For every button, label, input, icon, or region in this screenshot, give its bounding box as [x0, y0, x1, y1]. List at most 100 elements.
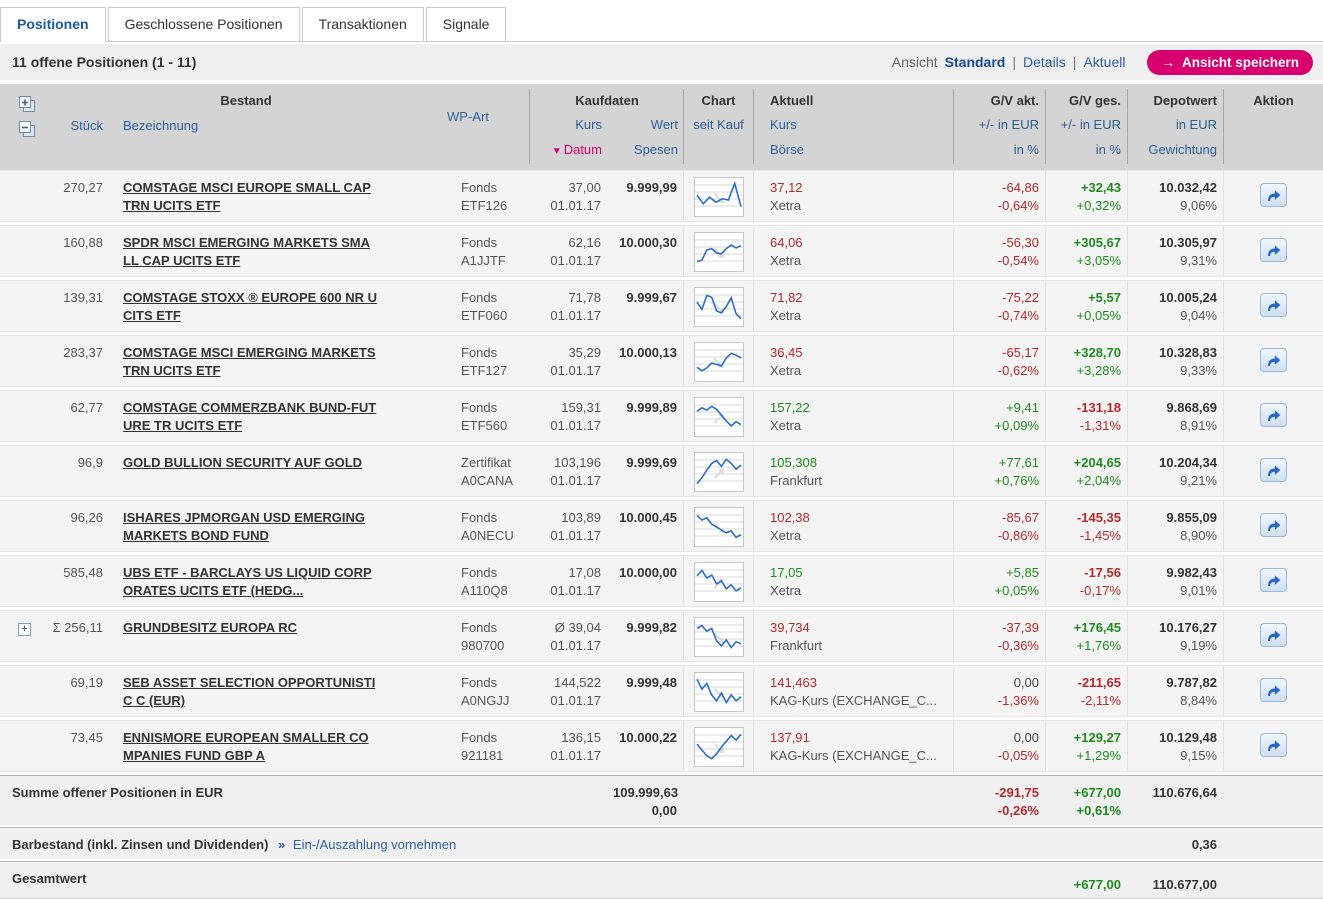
- view-details[interactable]: Details: [1023, 54, 1066, 70]
- gv-ges-eur-value: +32,43: [1080, 180, 1121, 195]
- col-kurs[interactable]: Kurs: [530, 112, 608, 137]
- position-action-button[interactable]: [1260, 403, 1287, 427]
- position-action-button[interactable]: [1260, 458, 1287, 482]
- boerse-value: Xetra: [770, 528, 802, 543]
- position-name-link[interactable]: ENNISMORE EUROPEAN SMALLER COMPANIES FUN…: [123, 729, 377, 765]
- sparkline-chart[interactable]: ➚: [693, 562, 744, 602]
- action-arrow-icon: [1268, 244, 1281, 256]
- position-action-button[interactable]: [1260, 678, 1287, 702]
- summary-gv-ges-eur: +677,00: [1073, 785, 1121, 800]
- position-action-button[interactable]: [1260, 348, 1287, 372]
- view-standard[interactable]: Standard: [945, 54, 1006, 70]
- row-expand-cell: +: [0, 336, 45, 386]
- gv-akt-pct-value: +0,09%: [994, 418, 1039, 433]
- cash-row: Barbestand (inkl. Zinsen und Dividenden)…: [0, 827, 1323, 859]
- save-view-button[interactable]: → Ansicht speichern: [1147, 49, 1313, 75]
- row-expand-cell: +: [0, 226, 45, 276]
- gv-akt-pct-value: -0,64%: [997, 198, 1039, 213]
- position-name-link[interactable]: GRUNDBESITZ EUROPA RC: [123, 619, 377, 637]
- gewichtung-value: 8,91%: [1180, 418, 1217, 433]
- sparkline-chart[interactable]: ➘: [693, 672, 744, 712]
- position-action-button[interactable]: [1260, 733, 1287, 757]
- position-action-button[interactable]: [1260, 568, 1287, 592]
- sparkline-chart[interactable]: ➘: [693, 177, 744, 217]
- collapse-all-icon[interactable]: [18, 120, 37, 138]
- action-arrow-icon: [1268, 354, 1281, 366]
- sparkline-chart[interactable]: ➘: [693, 287, 744, 327]
- position-name-link[interactable]: COMSTAGE COMMERZBANK BUND-FUTURE TR UCIT…: [123, 399, 377, 435]
- col-spesen[interactable]: Spesen: [608, 137, 684, 164]
- sparkline-chart[interactable]: ➚: [693, 452, 744, 492]
- svg-text:➘: ➘: [711, 738, 726, 758]
- depotwert-value: 10.305,97: [1159, 235, 1217, 250]
- position-name-link[interactable]: SEB ASSET SELECTION OPPORTUNISTIC C (EUR…: [123, 674, 377, 710]
- deposit-withdraw-link[interactable]: Ein-/Auszahlung vornehmen: [293, 837, 456, 852]
- position-name-link[interactable]: ISHARES JPMORGAN USD EMERGING MARKETS BO…: [123, 509, 377, 545]
- gewichtung-value: 9,06%: [1180, 198, 1217, 213]
- position-name-link[interactable]: UBS ETF - BARCLAYS US LIQUID CORPORATES …: [123, 564, 377, 600]
- tab-positionen[interactable]: Positionen: [0, 7, 106, 42]
- table-row: + 585,48 UBS ETF - BARCLAYS US LIQUID CO…: [0, 555, 1323, 607]
- col-datum[interactable]: ▼ Datum: [530, 137, 608, 164]
- total-depotwert: 110.677,00: [1152, 877, 1217, 892]
- total-row: Gesamtwert +677,00 110.677,00: [0, 861, 1323, 899]
- wert-value: 9.999,67: [626, 290, 677, 305]
- position-name-link[interactable]: COMSTAGE MSCI EUROPE SMALL CAP TRN UCITS…: [123, 179, 377, 215]
- position-name-link[interactable]: SPDR MSCI EMERGING MARKETS SMALL CAP UCI…: [123, 234, 377, 270]
- row-expand-cell: +: [0, 501, 45, 551]
- stueck-value: 73,45: [70, 730, 103, 745]
- sparkline-chart[interactable]: ➘: [693, 232, 744, 272]
- position-name-link[interactable]: GOLD BULLION SECURITY AUF GOLD: [123, 454, 377, 472]
- position-name-link[interactable]: COMSTAGE MSCI EMERGING MARKETS TRN UCITS…: [123, 344, 377, 380]
- sparkline-chart[interactable]: ➘: [693, 727, 744, 767]
- wkn-value: ETF560: [461, 418, 508, 433]
- gv-akt-pct-value: -1,36%: [997, 693, 1039, 708]
- sparkline-chart[interactable]: ➘: [693, 617, 744, 657]
- col-wert[interactable]: Wert: [608, 112, 684, 137]
- tab-signale[interactable]: Signale: [425, 7, 507, 41]
- depotwert-value: 9.868,69: [1166, 400, 1217, 415]
- position-action-button[interactable]: [1260, 623, 1287, 647]
- expand-all-icon[interactable]: [18, 95, 37, 113]
- position-action-button[interactable]: [1260, 513, 1287, 537]
- gv-akt-pct-value: -0,62%: [997, 363, 1039, 378]
- wp-art-value: Fonds: [461, 290, 498, 305]
- view-aktuell[interactable]: Aktuell: [1083, 54, 1125, 70]
- tab-geschlossene-positionen[interactable]: Geschlossene Positionen: [107, 7, 300, 41]
- stueck-value: 283,37: [63, 345, 103, 360]
- wkn-value: A0NECU: [461, 528, 514, 543]
- sparkline-chart[interactable]: ➚: [693, 397, 744, 437]
- expand-row-icon[interactable]: +: [18, 623, 31, 636]
- kauf-datum-value: 01.01.17: [550, 583, 601, 598]
- positions-count: 11 offene Positionen (1 - 11): [12, 54, 197, 70]
- wkn-value: A1JJTF: [461, 253, 506, 268]
- kauf-datum-value: 01.01.17: [550, 253, 601, 268]
- wert-value: 9.999,82: [626, 620, 677, 635]
- table-row: + 270,27 COMSTAGE MSCI EUROPE SMALL CAP …: [0, 170, 1323, 222]
- position-action-button[interactable]: [1260, 293, 1287, 317]
- position-name-link[interactable]: COMSTAGE STOXX ® EUROPE 600 NR UCITS ETF: [123, 289, 377, 325]
- position-action-button[interactable]: [1260, 183, 1287, 207]
- wert-value: 10.000,45: [619, 510, 677, 525]
- position-action-button[interactable]: [1260, 238, 1287, 262]
- kauf-datum-value: 01.01.17: [550, 528, 601, 543]
- kauf-kurs-value: 144,522: [554, 675, 601, 690]
- sparkline-chart[interactable]: ➘: [693, 507, 744, 547]
- action-arrow-icon: [1268, 299, 1281, 311]
- action-arrow-icon: [1268, 574, 1281, 586]
- gewichtung-value: 9,31%: [1180, 253, 1217, 268]
- wkn-value: ETF126: [461, 198, 508, 213]
- gewichtung-value: 9,33%: [1180, 363, 1217, 378]
- col-group-gv-akt: G/V akt.: [990, 93, 1039, 108]
- sparkline-chart[interactable]: ➘: [693, 342, 744, 382]
- summary-gv-ges-pct: +0,61%: [1076, 803, 1121, 818]
- kauf-datum-value: 01.01.17: [550, 198, 601, 213]
- boerse-value: KAG-Kurs (EXCHANGE_C...: [770, 748, 937, 763]
- gv-akt-eur-value: -64,86: [1002, 180, 1039, 195]
- boerse-value: Xetra: [770, 418, 802, 433]
- action-arrow-icon: [1268, 739, 1281, 751]
- wp-art-value: Fonds: [461, 345, 498, 360]
- gewichtung-value: 9,01%: [1180, 583, 1217, 598]
- tab-transaktionen[interactable]: Transaktionen: [301, 7, 424, 41]
- stueck-value: 96,26: [70, 510, 103, 525]
